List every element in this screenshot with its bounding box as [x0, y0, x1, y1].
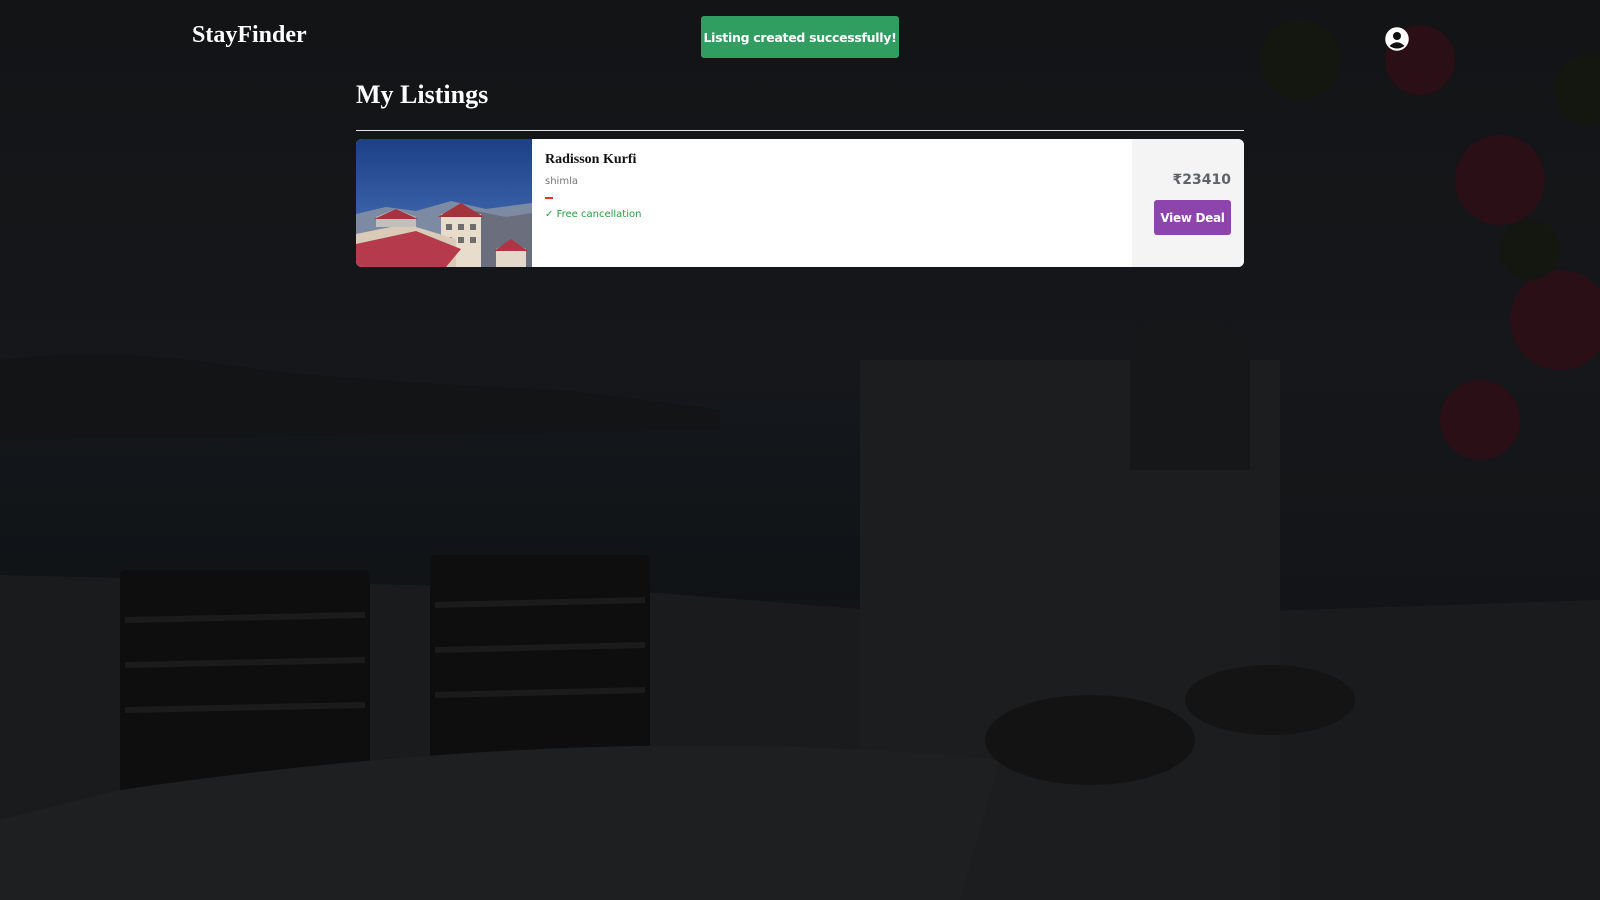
listing-name[interactable]: Radisson Kurfi — [545, 152, 1119, 168]
view-deal-button[interactable]: View Deal — [1154, 200, 1231, 235]
user-circle-icon[interactable] — [1385, 27, 1409, 51]
brand-logo[interactable]: StayFinder — [192, 22, 307, 49]
success-toast: Listing created successfully! — [701, 16, 899, 58]
main-content: My Listings Radisson Kurfi shimla ✓ Free… — [356, 78, 1244, 267]
listing-price-panel: ₹23410 View Deal — [1132, 139, 1244, 267]
listing-image[interactable] — [356, 139, 532, 267]
page-title: My Listings — [356, 80, 489, 109]
free-cancellation-label: ✓ Free cancellation — [545, 209, 1119, 220]
free-cancellation-text: Free cancellation — [556, 209, 642, 220]
check-icon: ✓ — [545, 209, 554, 220]
listing-price: ₹23410 — [1172, 172, 1231, 188]
listing-location: shimla — [545, 176, 578, 187]
listing-details: Radisson Kurfi shimla ✓ Free cancellatio… — [532, 139, 1132, 267]
rating-indicator — [545, 197, 553, 199]
divider — [356, 130, 1244, 131]
listing-card[interactable]: Radisson Kurfi shimla ✓ Free cancellatio… — [356, 139, 1244, 267]
